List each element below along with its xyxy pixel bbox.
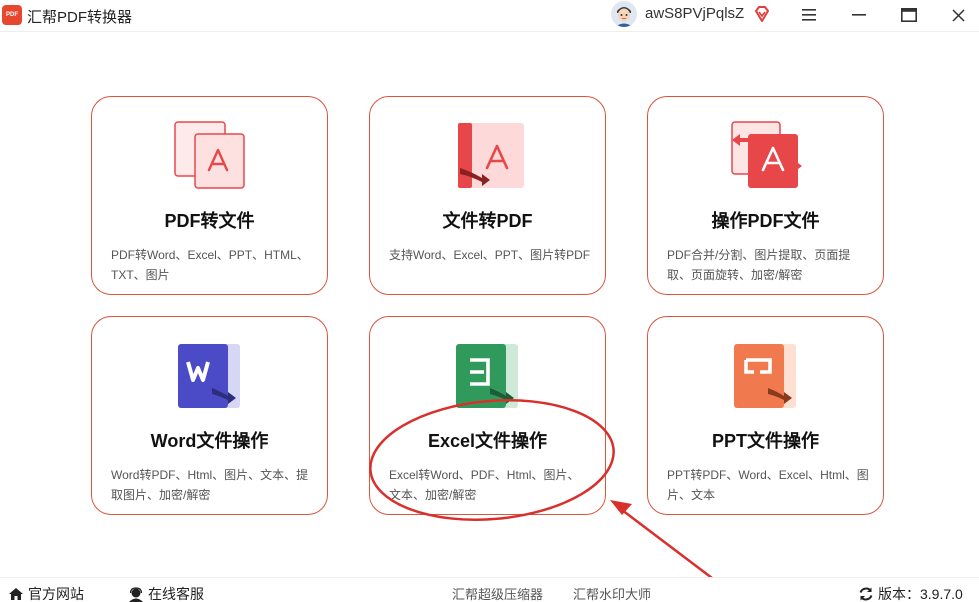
card-ppt-operations[interactable]: PPT文件操作 PPT转PDF、Word、Excel、Html、图片、文本 — [647, 316, 884, 515]
card-description: PDF转Word、Excel、PPT、HTML、TXT、图片 — [111, 248, 309, 282]
version-number: 3.9.7.0 — [920, 586, 963, 602]
official-site-label: 官方网站 — [28, 586, 84, 602]
file-to-pdf-icon — [452, 120, 525, 192]
pdf-to-file-icon — [174, 120, 247, 192]
card-file-to-pdf[interactable]: 文件转PDF 支持Word、Excel、PPT、图片转PDF — [369, 96, 606, 295]
footer-bar: 官方网站 在线客服 汇帮超级压缩器 汇帮水印大师 版本： 3.9.7.0 — [0, 577, 979, 602]
card-description: PDF合并/分割、图片提取、页面提取、页面旋转、加密/解密 — [667, 248, 851, 282]
online-service-label: 在线客服 — [148, 586, 204, 602]
card-title: 操作PDF文件 — [711, 211, 820, 231]
online-service-link[interactable]: 在线客服 — [128, 584, 204, 602]
card-title: 文件转PDF — [442, 211, 533, 231]
refresh-icon — [859, 587, 873, 601]
card-pdf-to-file[interactable]: PDF转文件 PDF转Word、Excel、PPT、HTML、TXT、图片 — [91, 96, 328, 295]
version-label: 版本： — [878, 586, 920, 602]
app-title: 汇帮PDF转换器 — [27, 9, 133, 26]
compressor-link[interactable]: 汇帮超级压缩器 — [452, 584, 543, 602]
close-icon[interactable] — [946, 4, 970, 26]
customer-service-icon — [129, 586, 143, 602]
word-icon — [174, 340, 247, 412]
username[interactable]: awS8PVjPqlsZ — [645, 5, 744, 22]
watermark-link[interactable]: 汇帮水印大师 — [573, 584, 651, 602]
card-title: PPT文件操作 — [711, 431, 819, 451]
card-word-operations[interactable]: Word文件操作 Word转PDF、Html、图片、文本、提取图片、加密/解密 — [91, 316, 328, 515]
card-title: PDF转文件 — [164, 211, 255, 231]
card-title: Word文件操作 — [150, 431, 269, 451]
card-pdf-operations[interactable]: 操作PDF文件 PDF合并/分割、图片提取、页面提取、页面旋转、加密/解密 — [647, 96, 884, 295]
official-site-link[interactable]: 官方网站 — [8, 584, 84, 602]
pdf-operations-icon — [730, 120, 803, 192]
ppt-icon — [730, 340, 803, 412]
app-logo-icon: PDF — [2, 5, 22, 25]
vip-diamond-icon[interactable] — [753, 5, 771, 23]
card-excel-operations[interactable]: Excel文件操作 Excel转Word、PDF、Html、图片、文本、加密/解… — [369, 316, 606, 515]
title-bar: PDF 汇帮PDF转换器 awS8PVjPqlsZ — [0, 0, 979, 32]
annotation-arrow-head — [610, 500, 632, 515]
excel-icon — [452, 340, 525, 412]
card-description: Excel转Word、PDF、Html、图片、文本、加密/解密 — [389, 468, 580, 502]
home-icon — [9, 588, 23, 600]
minimize-icon[interactable] — [847, 4, 871, 26]
card-description: PPT转PDF、Word、Excel、Html、图片、文本 — [667, 468, 869, 502]
avatar[interactable] — [611, 1, 637, 27]
version-info[interactable]: 版本： 3.9.7.0 — [858, 584, 963, 602]
maximize-icon[interactable] — [897, 4, 921, 26]
annotation-arrow-line — [621, 509, 713, 579]
card-description: Word转PDF、Html、图片、文本、提取图片、加密/解密 — [111, 468, 309, 502]
menu-icon[interactable] — [797, 4, 821, 26]
card-description: 支持Word、Excel、PPT、图片转PDF — [389, 248, 591, 262]
card-title: Excel文件操作 — [427, 431, 548, 451]
